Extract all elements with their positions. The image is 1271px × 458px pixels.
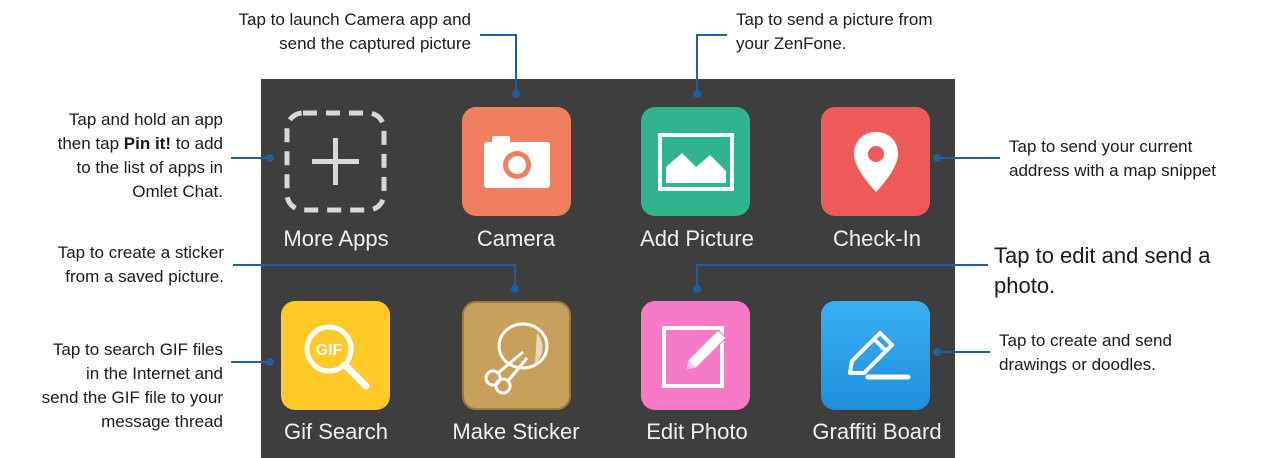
check-in-callout-dot bbox=[933, 154, 941, 162]
make-sticker-callout: Tap to create a sticker from a saved pic… bbox=[58, 241, 224, 289]
edit-photo-callout: Tap to edit and send a photo. bbox=[994, 241, 1211, 301]
camera-callout: Tap to launch Camera app and send the ca… bbox=[239, 8, 472, 56]
graffiti-board-callout-line2: drawings or doodles. bbox=[999, 355, 1156, 374]
more-apps-callout: Tap and hold an app then tap Pin it! to … bbox=[58, 108, 223, 204]
make-sticker-callout-dot bbox=[511, 285, 519, 293]
check-in-callout: Tap to send your current address with a … bbox=[1009, 135, 1216, 183]
camera-callout-line1: Tap to launch Camera app and bbox=[238, 10, 472, 29]
graffiti-board-callout-dot bbox=[933, 348, 941, 356]
edit-photo-callout-line bbox=[696, 264, 988, 287]
gif-search-callout-dot bbox=[266, 358, 274, 366]
add-picture-callout-line bbox=[696, 34, 727, 92]
edit-photo-callout-line1: Tap to edit and send a bbox=[994, 243, 1211, 268]
make-sticker-callout-line bbox=[233, 264, 516, 287]
camera-callout-line bbox=[480, 34, 517, 92]
gif-search-callout-line1: Tap to search GIF files bbox=[52, 340, 223, 359]
more-apps-callout-line4: Omlet Chat. bbox=[132, 182, 223, 201]
add-picture-callout: Tap to send a picture from your ZenFone. bbox=[736, 8, 933, 56]
graffiti-board-callout-line1: Tap to create and send bbox=[999, 331, 1172, 350]
gif-search-callout-line3: send the GIF file to your bbox=[41, 388, 223, 407]
check-in-callout-line2: address with a map snippet bbox=[1009, 161, 1216, 180]
graffiti-board-callout: Tap to create and send drawings or doodl… bbox=[999, 329, 1172, 377]
more-apps-callout-line1: Tap and hold an app bbox=[68, 110, 223, 129]
edit-photo-callout-line2: photo. bbox=[994, 273, 1056, 298]
gif-search-callout-line2: in the Internet and bbox=[85, 364, 223, 383]
more-apps-callout-line3: to the list of apps in bbox=[76, 158, 223, 177]
edit-photo-callout-dot bbox=[693, 285, 701, 293]
pin-it-text: Pin it! bbox=[123, 134, 171, 153]
more-apps-callout-line2: then tap Pin it! to add bbox=[58, 132, 223, 156]
more-apps-callout-line2-pre: then tap bbox=[57, 134, 124, 153]
more-apps-callout-line2-post: to add bbox=[171, 134, 223, 153]
check-in-callout-line1: Tap to send your current bbox=[1009, 137, 1193, 156]
add-picture-callout-line1: Tap to send a picture from bbox=[736, 10, 933, 29]
gif-search-callout: Tap to search GIF files in the Internet … bbox=[42, 338, 223, 434]
more-apps-callout-dot bbox=[266, 154, 274, 162]
add-picture-callout-dot bbox=[693, 90, 701, 98]
gif-search-callout-line4: message thread bbox=[101, 412, 223, 431]
camera-callout-dot bbox=[512, 90, 520, 98]
make-sticker-callout-line1: Tap to create a sticker bbox=[57, 243, 224, 262]
camera-callout-line2: send the captured picture bbox=[279, 34, 471, 53]
add-picture-callout-line2: your ZenFone. bbox=[736, 34, 847, 53]
make-sticker-callout-line2: from a saved picture. bbox=[65, 267, 224, 286]
